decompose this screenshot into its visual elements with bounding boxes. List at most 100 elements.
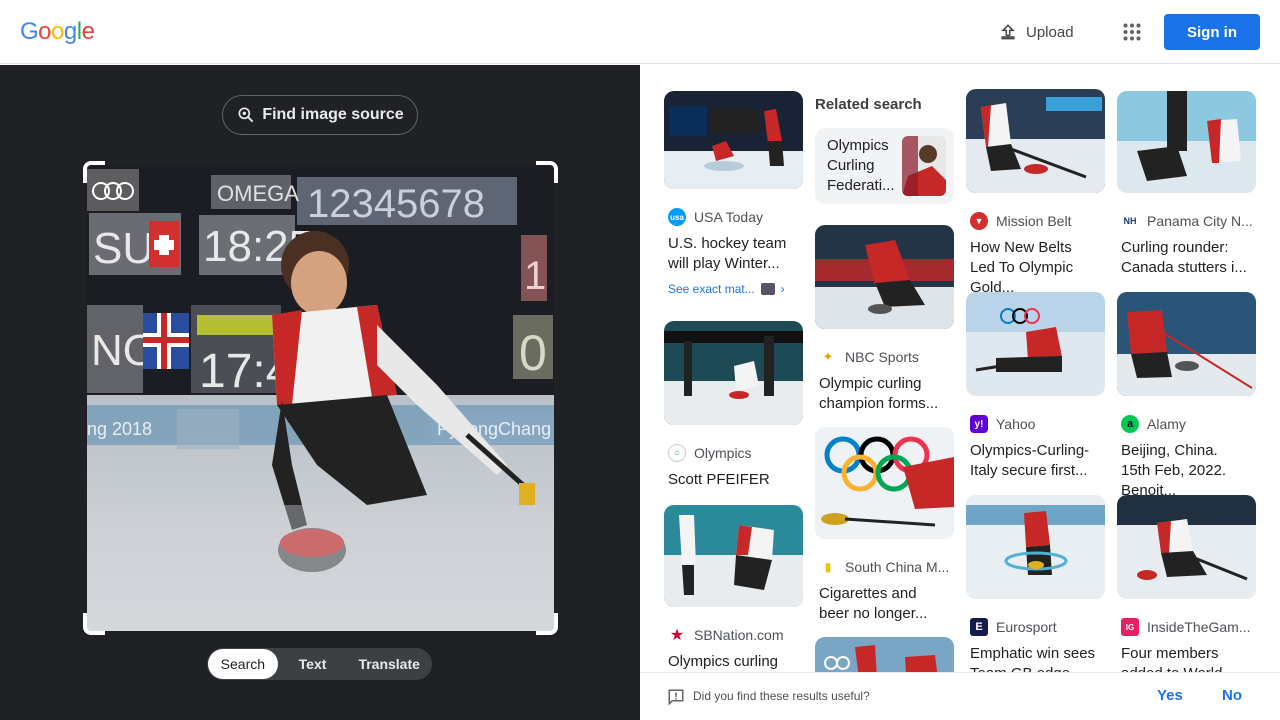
result-card[interactable]: y! Yahoo Olympics-Curling-Italy secure fi… (966, 292, 1105, 481)
result-card[interactable]: IG InsideTheGam... Four members added to … (1117, 495, 1256, 672)
alamy-favicon: a (1121, 415, 1139, 433)
result-card[interactable]: NH Panama City N... Curling rounder: Cana… (1117, 91, 1256, 278)
venue-banner-left: ng 2018 (87, 419, 152, 439)
logo-letter: G (20, 18, 39, 45)
result-source: Panama City N... (1147, 213, 1253, 229)
tab-translate[interactable]: Translate (347, 649, 431, 679)
result-title: Curling rounder: Canada stutters i... (1121, 239, 1247, 276)
logo-letter: o (51, 18, 64, 45)
result-thumbnail (966, 495, 1105, 599)
result-card[interactable] (815, 637, 954, 672)
insidethegames-favicon: IG (1121, 618, 1139, 636)
yahoo-favicon: y! (970, 415, 988, 433)
related-search-label: Olympics Curling Federati... (827, 137, 895, 194)
panama-city-news-favicon: NH (1121, 212, 1139, 230)
eurosport-favicon: E (970, 618, 988, 636)
feedback-no-button[interactable]: No (1222, 687, 1242, 704)
result-title: How New Belts Led To Olympic Gold... (970, 239, 1074, 296)
result-source: Yahoo (996, 416, 1036, 432)
result-thumbnail (1117, 292, 1256, 396)
score2-label: 0 (519, 325, 547, 381)
result-title: Olympics-Curling-Italy secure first... (970, 442, 1090, 479)
result-card[interactable]: ○ Olympics Scott PFEIFER (664, 321, 803, 490)
result-source: Eurosport (996, 619, 1057, 635)
lens-image-pane: Find image source 12345678 OMEGA SUI 18:… (0, 65, 640, 720)
logo-letter: o (38, 18, 52, 45)
crop-corner-top-left[interactable] (83, 161, 105, 183)
olympics-favicon: ○ (668, 444, 686, 462)
lens-search-icon (238, 107, 254, 123)
lens-mode-tabs: Search Text Translate (207, 648, 432, 680)
result-card[interactable]: ▮ South China M... Cigarettes and beer no… (815, 427, 954, 624)
result-thumbnail (1117, 91, 1256, 193)
scmp-favicon: ▮ (819, 558, 837, 576)
result-title: Scott PFEIFER (668, 471, 770, 488)
exact-match-thumb-icon (760, 283, 775, 295)
related-search-heading: Related search (815, 96, 922, 113)
sign-in-button[interactable]: Sign in (1164, 14, 1260, 50)
result-source: Mission Belt (996, 213, 1072, 229)
result-source: USA Today (694, 209, 764, 225)
google-logo[interactable]: Google (20, 18, 95, 46)
sbnation-favicon: ★ (668, 626, 686, 644)
result-source: SBNation.com (694, 627, 784, 643)
related-search-chip[interactable]: Olympics Curling Federati... (815, 128, 954, 204)
result-title: Olympic curling champion forms... (819, 375, 939, 412)
see-exact-matches-link[interactable]: See exact mat... › (668, 282, 803, 296)
result-card[interactable]: ▼ Mission Belt How New Belts Led To Olymp… (966, 89, 1105, 298)
result-title: Four members added to World... (1121, 645, 1235, 672)
feedback-question: Did you find these results useful? (693, 689, 870, 703)
result-title: Cigarettes and beer no longer... (819, 585, 928, 622)
tab-text[interactable]: Text (278, 649, 348, 679)
score1-label: 1 (524, 254, 546, 298)
result-title: Emphatic win sees Team GB edge... (970, 645, 1096, 672)
upload-icon (1001, 24, 1015, 40)
see-exact-label: See exact mat... (668, 282, 755, 296)
result-card[interactable]: usa USA Today U.S. hockey team will play … (664, 91, 803, 296)
feedback-yes-button[interactable]: Yes (1157, 687, 1183, 704)
crop-corner-bottom-left[interactable] (83, 613, 105, 635)
related-search-thumbnail (902, 136, 946, 196)
result-thumbnail (664, 91, 803, 189)
result-title: U.S. hockey team will play Winter... (668, 235, 787, 272)
feedback-icon (668, 689, 684, 706)
result-card[interactable]: ★ SBNation.com Olympics curling (664, 505, 803, 672)
apps-grid-icon (1123, 23, 1141, 41)
result-thumbnail (664, 321, 803, 425)
google-apps-button[interactable] (1116, 16, 1148, 48)
tab-search[interactable]: Search (208, 649, 278, 679)
result-source: InsideTheGam... (1147, 619, 1251, 635)
omega-brand: OMEGA (217, 181, 299, 206)
result-card[interactable]: ✦ NBC Sports Olympic curling champion for… (815, 225, 954, 414)
crop-corner-top-right[interactable] (536, 161, 558, 183)
usa-today-favicon: usa (668, 208, 686, 226)
result-thumbnail (815, 637, 954, 672)
mission-belt-favicon: ▼ (970, 212, 988, 230)
selected-image-frame[interactable]: 12345678 OMEGA SUI 18:25 1 NOR 17:4 0 Py… (83, 161, 558, 635)
upload-label: Upload (1026, 23, 1074, 41)
result-thumbnail (815, 225, 954, 329)
result-source: NBC Sports (845, 349, 919, 365)
upload-button[interactable]: Upload (990, 16, 1082, 48)
result-source: Alamy (1147, 416, 1186, 432)
result-thumbnail (966, 89, 1105, 193)
curling-photo: 12345678 OMEGA SUI 18:25 1 NOR 17:4 0 Py… (87, 165, 554, 631)
result-thumbnail (1117, 495, 1256, 599)
result-card[interactable]: a Alamy Beijing, China. 15th Feb, 2022. B… (1117, 292, 1256, 501)
logo-letter: e (81, 18, 95, 45)
result-source: South China M... (845, 559, 950, 575)
result-card[interactable]: E Eurosport Emphatic win sees Team GB edg… (966, 495, 1105, 672)
result-thumbnail (815, 427, 954, 539)
result-source: Olympics (694, 445, 752, 461)
result-title: Beijing, China. 15th Feb, 2022. Benoit..… (1121, 442, 1227, 499)
visual-matches-pane: usa USA Today U.S. hockey team will play … (640, 65, 1280, 672)
result-title: Olympics curling (668, 653, 779, 670)
nbc-sports-favicon: ✦ (819, 348, 837, 366)
find-image-source-button[interactable]: Find image source (222, 95, 418, 135)
feedback-bar: Did you find these results useful? Yes N… (640, 672, 1280, 720)
crop-corner-bottom-right[interactable] (536, 613, 558, 635)
chevron-right-icon: › (780, 282, 785, 296)
logo-letter: g (63, 18, 77, 45)
find-source-label: Find image source (262, 106, 404, 123)
result-thumbnail (966, 292, 1105, 396)
